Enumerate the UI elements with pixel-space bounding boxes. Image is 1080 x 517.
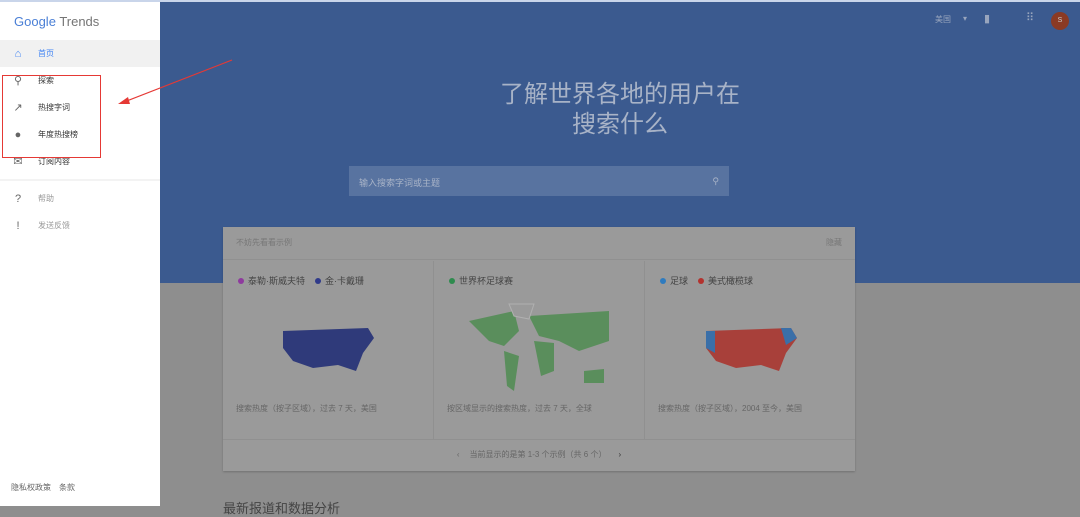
example-caption: 按区域显示的搜索热度，过去 7 天，全球: [447, 404, 592, 413]
example-card[interactable]: 世界杯足球赛 按区域显示的搜索热度，过去 7 天，全球: [434, 261, 645, 439]
examples-heading: 不妨先看看示例: [236, 238, 292, 247]
title-line-1: 了解世界各地的用户在: [500, 81, 740, 108]
us-map: [705, 328, 797, 371]
sidebar-footer: 隐私权政策 条款: [11, 482, 83, 493]
pager-text: 当前显示的是第 1-3 个示例（共 6 个）: [469, 450, 607, 459]
privacy-link[interactable]: 隐私权政策: [11, 483, 51, 492]
example-caption: 搜索热度（按子区域），过去 7 天，美国: [236, 404, 377, 413]
chevron-down-icon[interactable]: ▾: [963, 14, 967, 23]
example-card[interactable]: 足球 美式橄榄球 搜索热度（按子区域），2004 至今，美国: [645, 261, 856, 439]
news-heading: 最新报道和数据分析: [223, 501, 341, 516]
annotation-highlight-box: [2, 75, 101, 158]
legend-item: 金·卡戴珊: [315, 274, 364, 287]
home-icon: ⌂: [14, 47, 22, 60]
legend-item: 美式橄榄球: [698, 274, 753, 287]
hide-button[interactable]: 隐藏: [826, 237, 842, 249]
search-icon[interactable]: ⚲: [712, 176, 719, 186]
logo-trends: Trends: [59, 14, 100, 29]
avatar[interactable]: S: [1051, 12, 1069, 30]
help-icon: ?: [14, 192, 22, 205]
feedback-icon: !: [16, 219, 20, 232]
legend-item: 世界杯足球赛: [449, 274, 513, 287]
sidebar-item-label: 首页: [38, 49, 54, 58]
page-title: 了解世界各地的用户在 搜索什么: [160, 80, 1080, 140]
examples-pager: ‹ 当前显示的是第 1-3 个示例（共 6 个） ›: [223, 439, 855, 471]
google-trends-logo[interactable]: Google Trends: [0, 2, 160, 40]
example-card[interactable]: 泰勒·斯威夫特 金·卡戴珊 搜索热度（按子区域），过去 7 天，美国: [223, 261, 434, 439]
sidebar: Google Trends ⌂ 首页 ⚲ 探索 ↗ 热搜字词 ● 年度热搜榜 ✉ 订阅内容…: [0, 0, 160, 506]
next-icon[interactable]: ›: [618, 450, 621, 459]
region-selector[interactable]: 美国: [935, 14, 951, 25]
search-input[interactable]: 输入搜索字词或主题 ⚲: [349, 166, 729, 196]
apps-grid-icon[interactable]: ⠿: [1026, 11, 1034, 24]
divider: [0, 179, 160, 181]
us-map: [283, 328, 374, 371]
feedback-icon[interactable]: ▮: [984, 12, 990, 25]
examples-card: 不妨先看看示例 隐藏 泰勒·斯威夫特 金·卡戴珊 搜索热度（按子区域），过去 7 天…: [223, 227, 855, 471]
sidebar-item-help[interactable]: ? 帮助: [0, 185, 160, 212]
sidebar-item-home[interactable]: ⌂ 首页: [0, 40, 160, 67]
prev-icon[interactable]: ‹: [457, 450, 460, 459]
sidebar-item-label: 发送反馈: [38, 221, 70, 230]
legend-item: 足球: [660, 274, 688, 287]
title-line-2: 搜索什么: [572, 111, 668, 138]
terms-link[interactable]: 条款: [59, 483, 75, 492]
logo-google: Google: [14, 14, 56, 29]
legend-item: 泰勒·斯威夫特: [238, 274, 305, 287]
example-caption: 搜索热度（按子区域），2004 至今，美国: [658, 404, 803, 413]
world-map: [469, 303, 609, 391]
search-placeholder: 输入搜索字词或主题: [359, 178, 441, 188]
sidebar-item-feedback[interactable]: ! 发送反馈: [0, 212, 160, 239]
sidebar-item-label: 帮助: [38, 194, 54, 203]
